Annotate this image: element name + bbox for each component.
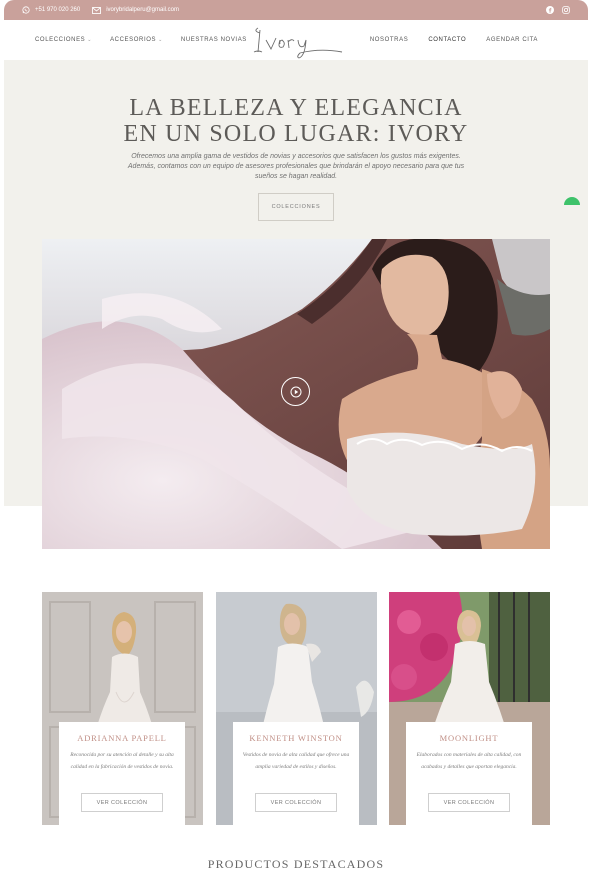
card-title: KENNETH WINSTON bbox=[249, 733, 343, 743]
collection-card: MOONLIGHT Elaborados con materiales de a… bbox=[389, 592, 550, 825]
email-address: ivorybridalperu@gmail.com bbox=[106, 7, 180, 13]
card-title: MOONLIGHT bbox=[439, 733, 499, 743]
ivory-logo[interactable] bbox=[250, 20, 346, 60]
collection-card: ADRIANNA PAPELL Reconocida por su atenci… bbox=[42, 592, 203, 825]
collection-card: KENNETH WINSTON Vestidos de novia de alt… bbox=[216, 592, 377, 825]
card-content: MOONLIGHT Elaborados con materiales de a… bbox=[406, 722, 532, 825]
card-description: Elaborados con materiales de alta calida… bbox=[416, 752, 522, 770]
main-nav: COLECCIONES ⌄ ACCESORIOS ⌄ NUESTRAS NOVIAS… bbox=[4, 20, 588, 60]
email-link[interactable]: ivorybridalperu@gmail.com bbox=[92, 6, 180, 14]
nav-contacto[interactable]: CONTACTO bbox=[428, 37, 466, 43]
instagram-icon[interactable] bbox=[562, 6, 570, 14]
top-bar: +51 970 020 260 ivorybridalperu@gmail.co… bbox=[4, 0, 588, 20]
nav-colecciones[interactable]: COLECCIONES ⌄ bbox=[35, 37, 92, 43]
card-description: Vestidos de novia de alta calidad que of… bbox=[242, 752, 350, 770]
section-title: PRODUCTOS DESTACADOS bbox=[207, 857, 385, 871]
card-content: KENNETH WINSTON Vestidos de novia de alt… bbox=[233, 722, 359, 825]
play-circle-icon[interactable] bbox=[281, 377, 310, 406]
card-content: ADRIANNA PAPELL Reconocida por su atenci… bbox=[59, 722, 185, 825]
nav-agendar-cita[interactable]: AGENDAR CITA bbox=[486, 37, 538, 43]
whatsapp-icon bbox=[22, 6, 30, 14]
nav-accesorios[interactable]: ACCESORIOS ⌄ bbox=[110, 37, 163, 43]
chevron-down-icon: ⌄ bbox=[158, 37, 163, 43]
hero-title: LA BELLEZA Y ELEGANCIA EN UN SOLO LUGAR:… bbox=[123, 95, 469, 147]
phone-link[interactable]: +51 970 020 260 bbox=[22, 6, 80, 14]
card-description: Reconocida por su atención al detalle y … bbox=[70, 752, 174, 770]
colecciones-button[interactable]: COLECCIONES bbox=[258, 193, 334, 221]
phone-number: +51 970 020 260 bbox=[35, 7, 81, 13]
chevron-down-icon: ⌄ bbox=[87, 37, 93, 43]
hero-description: Ofrecemos una amplia gama de vestidos de… bbox=[127, 153, 465, 180]
ver-coleccion-button[interactable]: VER COLECCIÓN bbox=[81, 793, 163, 812]
card-title: ADRIANNA PAPELL bbox=[77, 733, 167, 743]
ver-coleccion-button[interactable]: VER COLECCIÓN bbox=[255, 793, 337, 812]
ver-coleccion-button[interactable]: VER COLECCIÓN bbox=[428, 793, 510, 812]
mail-icon bbox=[92, 6, 102, 14]
nav-nosotras[interactable]: NOSOTRAS bbox=[370, 37, 408, 43]
nav-nuestras-novias[interactable]: NUESTRAS NOVIAS bbox=[181, 37, 247, 43]
facebook-icon[interactable] bbox=[546, 6, 554, 14]
chat-widget[interactable] bbox=[564, 197, 580, 205]
